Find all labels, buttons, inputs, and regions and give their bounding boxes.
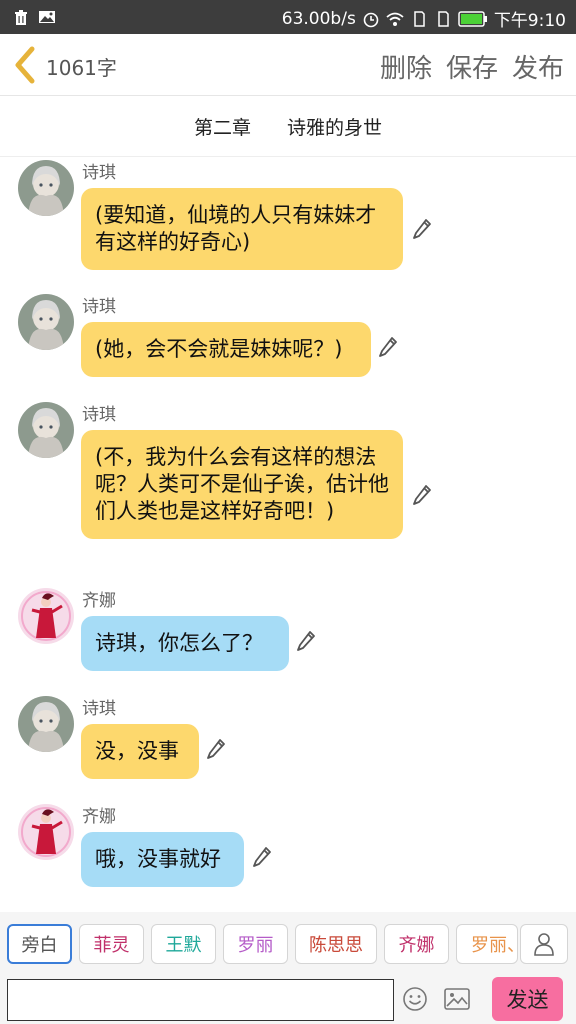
role-chip-wangmo[interactable]: 王默 <box>151 924 216 964</box>
image-icon[interactable] <box>444 987 470 1011</box>
pencil-icon[interactable] <box>252 846 272 868</box>
avatar-shiqi[interactable] <box>18 402 74 458</box>
avatar-qina[interactable] <box>18 588 74 644</box>
alarm-icon <box>363 12 379 27</box>
clock-time: 下午9:10 <box>493 11 566 31</box>
gallery-icon <box>39 11 55 23</box>
battery-icon <box>458 10 487 27</box>
pencil-icon[interactable] <box>378 336 398 358</box>
chapter-number: 第二章 <box>193 117 251 139</box>
publish-button[interactable]: 发布 <box>512 48 564 85</box>
role-chip-qina[interactable]: 齐娜 <box>384 924 449 964</box>
person-icon <box>534 933 554 956</box>
role-chip-luoli[interactable]: 罗丽 <box>223 924 288 964</box>
pencil-icon[interactable] <box>412 218 432 240</box>
emoji-icon[interactable] <box>402 986 428 1012</box>
role-chip-label: 陈思思 <box>309 935 363 956</box>
speaker-name: 齐娜 <box>82 591 116 611</box>
add-role-button[interactable] <box>520 924 568 964</box>
editor-header: 1061字 删除 保存 发布 <box>0 34 576 96</box>
trash-icon <box>15 10 27 25</box>
speaker-name: 诗琪 <box>82 297 116 317</box>
role-chip-label: 罗丽、 <box>471 935 517 956</box>
pencil-icon[interactable] <box>296 630 316 652</box>
message-bubble[interactable]: 哦，没事就好 <box>81 832 244 887</box>
message-bubble[interactable]: 没，没事 <box>81 724 199 779</box>
save-button[interactable]: 保存 <box>446 48 498 85</box>
avatar-shiqi[interactable] <box>18 160 74 216</box>
speaker-name: 齐娜 <box>82 807 116 827</box>
message-bubble[interactable]: (不，我为什么会有这样的想法呢？人类可不是仙子诶，估计他们人类也是这样好奇吧！) <box>81 430 403 539</box>
sim-icon <box>438 10 449 27</box>
pencil-icon[interactable] <box>206 738 226 760</box>
status-bar: 63.00b/s 下午9:10 <box>0 0 576 34</box>
back-chevron-icon[interactable] <box>10 46 40 84</box>
avatar-shiqi[interactable] <box>18 294 74 350</box>
delete-button[interactable]: 删除 <box>380 48 432 85</box>
chapter-title: 诗雅的身世 <box>287 117 383 139</box>
avatar-qina[interactable] <box>18 804 74 860</box>
speaker-name: 诗琪 <box>82 699 116 719</box>
role-chip-label: 罗丽 <box>237 935 274 956</box>
pencil-icon[interactable] <box>412 484 432 506</box>
role-chip-label: 齐娜 <box>398 935 435 956</box>
role-chip-label: 旁白 <box>21 935 58 956</box>
wifi-icon <box>386 12 404 26</box>
role-chip-narrator[interactable]: 旁白 <box>7 924 72 964</box>
word-count: 1061字 <box>46 56 117 80</box>
speaker-name: 诗琪 <box>82 163 116 183</box>
role-chip-label: 王默 <box>165 935 202 956</box>
role-chip-feiling[interactable]: 菲灵 <box>79 924 144 964</box>
send-button[interactable]: 发送 <box>492 977 563 1021</box>
composer-bar: 发送 <box>0 977 576 1024</box>
role-chip-chensisi[interactable]: 陈思思 <box>295 924 377 964</box>
sim-icon <box>414 10 425 27</box>
network-speed: 63.00b/s <box>281 8 356 29</box>
message-list[interactable]: 诗琪 (要知道，仙境的人只有妹妹才有这样的好奇心) 诗琪 (她，会不会就是妹妹呢… <box>0 158 576 906</box>
message-bubble[interactable]: (她，会不会就是妹妹呢？) <box>81 322 371 377</box>
message-bubble[interactable]: 诗琪，你怎么了？ <box>81 616 289 671</box>
message-bubble[interactable]: (要知道，仙境的人只有妹妹才有这样的好奇心) <box>81 188 403 270</box>
chapter-heading[interactable]: 第二章 诗雅的身世 <box>0 97 576 157</box>
role-chip-label: 菲灵 <box>93 935 130 956</box>
message-input[interactable] <box>7 979 394 1021</box>
speaker-name: 诗琪 <box>82 405 116 425</box>
avatar-shiqi[interactable] <box>18 696 74 752</box>
role-chip-luoli-2[interactable]: 罗丽、 <box>456 924 518 964</box>
role-selector: 旁白 菲灵 王默 罗丽 陈思思 齐娜 罗丽、 <box>0 912 576 978</box>
